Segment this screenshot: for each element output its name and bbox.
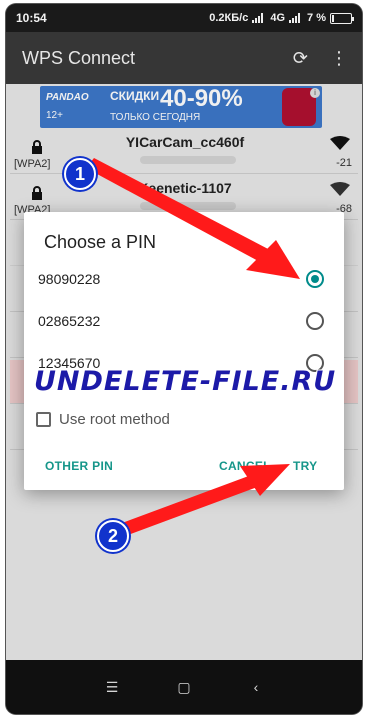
watermark-text: UNDELETE-FILE.RU [34, 366, 337, 397]
status-indicators: 0.2КБ/с 4G 7 % [209, 12, 354, 24]
choose-pin-dialog: Choose a PIN 98090228 02865232 12345670 … [24, 212, 344, 490]
try-button[interactable]: TRY [293, 459, 317, 473]
pin-label: 98090228 [38, 271, 101, 287]
refresh-icon[interactable]: ⟳ [293, 49, 308, 67]
pin-option[interactable]: 02865232 [24, 302, 344, 342]
battery-level: 7 % [307, 12, 326, 24]
pin-radio-selected[interactable] [306, 270, 324, 288]
more-vert-icon[interactable]: ⋮ [330, 49, 348, 67]
network-type: 4G [270, 12, 286, 24]
other-pin-button[interactable]: OTHER PIN [45, 459, 113, 473]
cancel-button[interactable]: CANCEL [219, 459, 271, 473]
system-nav-bar: ☰ ▢ ‹ [6, 660, 362, 714]
pin-option[interactable]: 98090228 [24, 260, 344, 300]
root-method-option[interactable]: Use root method [36, 408, 170, 430]
annotation-badge-1: 1 [64, 158, 96, 190]
menu-icon[interactable]: ☰ [98, 679, 126, 696]
root-method-label: Use root method [59, 410, 170, 428]
status-bar: 10:54 0.2КБ/с 4G 7 % [6, 4, 362, 32]
dialog-title: Choose a PIN [44, 232, 157, 252]
pin-radio[interactable] [306, 312, 324, 330]
network-speed: 0.2КБ/с [209, 12, 249, 24]
battery-icon [330, 12, 354, 24]
annotation-badge-2: 2 [97, 520, 129, 552]
app-bar-actions: ⟳ ⋮ [293, 49, 362, 67]
pin-label: 02865232 [38, 313, 101, 329]
root-method-checkbox[interactable] [36, 411, 51, 427]
home-square-icon[interactable]: ▢ [170, 679, 198, 696]
signal-icon [252, 13, 266, 23]
app-bar: WPS Connect ⟳ ⋮ [6, 32, 362, 84]
signal-icon-2 [289, 13, 303, 23]
app-title: WPS Connect [22, 47, 136, 68]
back-chevron-icon[interactable]: ‹ [242, 679, 270, 695]
phone-frame: 10:54 0.2КБ/с 4G 7 % WPS Connect ⟳ ⋮ PAN… [6, 4, 362, 714]
status-time: 10:54 [16, 11, 47, 25]
